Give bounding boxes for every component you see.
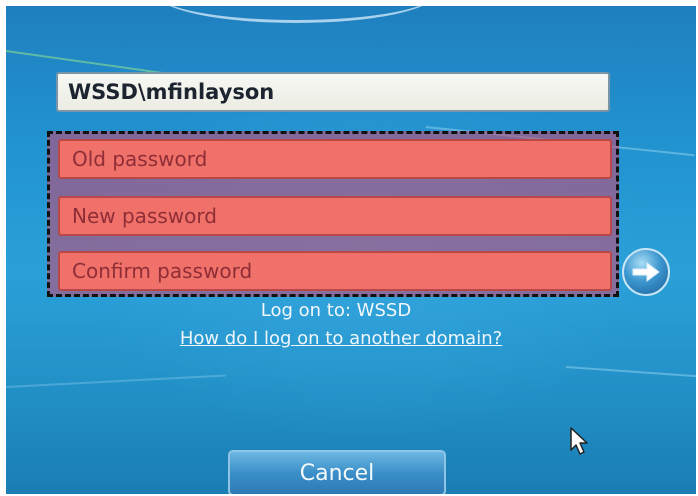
cancel-button[interactable]: Cancel (228, 450, 446, 494)
background-sweep (6, 374, 226, 388)
other-domain-link[interactable]: How do I log on to another domain? (101, 328, 581, 349)
user-tile-edge (156, 6, 436, 23)
mouse-pointer-icon (569, 426, 591, 460)
new-password-placeholder: New password (72, 204, 217, 228)
confirm-password-field[interactable]: Confirm password (58, 251, 612, 291)
old-password-field[interactable]: Old password (58, 139, 612, 179)
old-password-placeholder: Old password (72, 147, 208, 171)
logon-domain-label: Log on to: WSSD (260, 300, 412, 321)
username-value: WSSD\mfinlayson (68, 80, 275, 104)
submit-button[interactable] (622, 248, 670, 296)
right-arrow-icon (632, 262, 660, 282)
confirm-password-placeholder: Confirm password (72, 259, 253, 283)
password-fields-highlight: Old password New password Confirm passwo… (47, 131, 619, 297)
username-field[interactable]: WSSD\mfinlayson (56, 72, 610, 112)
logon-screen: WSSD\mfinlayson Old password New passwor… (6, 6, 696, 494)
cancel-button-label: Cancel (299, 461, 375, 486)
new-password-field[interactable]: New password (58, 196, 612, 236)
background-sweep (565, 366, 696, 378)
